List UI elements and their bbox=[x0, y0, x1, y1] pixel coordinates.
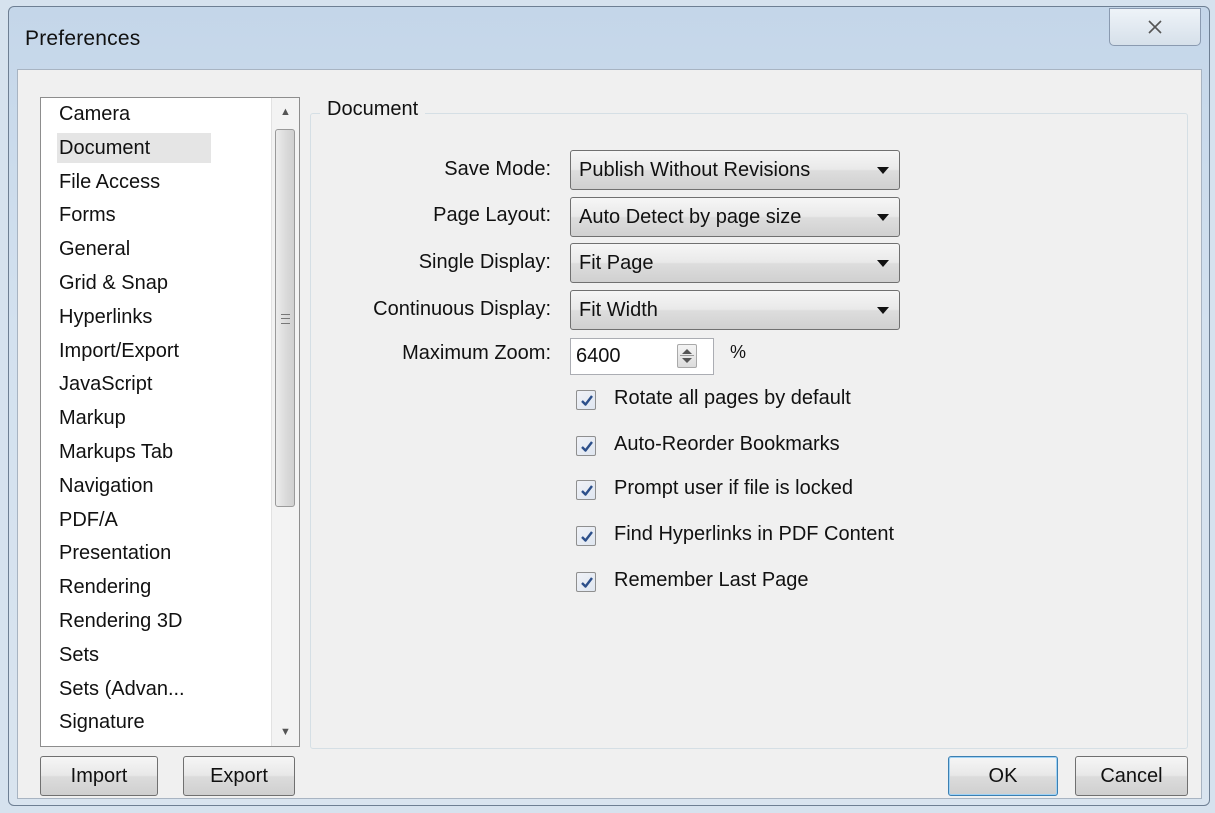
category-item-label: General bbox=[59, 238, 131, 261]
single-display-value: Fit Page bbox=[579, 252, 654, 274]
category-item-label: Signature bbox=[59, 711, 145, 734]
category-item-general[interactable]: General bbox=[41, 233, 273, 267]
save-mode-value: Publish Without Revisions bbox=[579, 159, 811, 181]
close-button[interactable] bbox=[1109, 8, 1201, 46]
category-item-sets[interactable]: Sets bbox=[41, 639, 273, 673]
zoom-unit-label: % bbox=[730, 342, 747, 362]
grip-icon bbox=[281, 314, 290, 324]
ok-button[interactable]: OK bbox=[948, 756, 1058, 796]
category-item-label: Markups Tab bbox=[59, 440, 174, 463]
rotate-pages-label: Rotate all pages by default bbox=[614, 387, 851, 409]
dialog-title: Preferences bbox=[25, 27, 141, 50]
import-button[interactable]: Import bbox=[40, 756, 158, 796]
category-item-label: Camera bbox=[59, 103, 131, 125]
prompt-locked-checkbox[interactable] bbox=[576, 480, 596, 500]
category-item-label: Sets (Advan... bbox=[59, 677, 185, 700]
category-item-markup[interactable]: Markup bbox=[41, 402, 273, 436]
category-item-navigation[interactable]: Navigation bbox=[41, 470, 273, 504]
category-item-document[interactable]: Document bbox=[41, 132, 273, 166]
document-group-title: Document bbox=[320, 98, 426, 121]
category-item-label: Hyperlinks bbox=[59, 305, 153, 328]
category-item-label: Forms bbox=[59, 204, 116, 227]
export-button[interactable]: Export bbox=[183, 756, 295, 796]
category-item-grid-snap[interactable]: Grid & Snap bbox=[41, 267, 273, 301]
spin-down-icon[interactable] bbox=[682, 358, 692, 363]
category-item-hyperlinks[interactable]: Hyperlinks bbox=[41, 301, 273, 335]
category-item-javascript[interactable]: JavaScript bbox=[41, 368, 273, 402]
save-mode-label: Save Mode: bbox=[444, 158, 551, 180]
category-item-label: File Access bbox=[59, 170, 161, 193]
category-item-label: Rendering bbox=[59, 576, 152, 599]
checkmark-icon bbox=[581, 577, 593, 588]
dropdown-arrow-icon bbox=[877, 214, 889, 221]
checkmark-icon bbox=[581, 485, 593, 496]
save-mode-dropdown[interactable]: Publish Without Revisions bbox=[570, 150, 900, 190]
preferences-dialog: Preferences Camera Document File Access … bbox=[8, 6, 1210, 806]
category-item-forms[interactable]: Forms bbox=[41, 199, 273, 233]
find-hyperlinks-label: Find Hyperlinks in PDF Content bbox=[614, 523, 895, 545]
category-item-rendering-3d[interactable]: Rendering 3D bbox=[41, 605, 273, 639]
category-item-file-access[interactable]: File Access bbox=[41, 166, 273, 200]
zoom-spinner[interactable] bbox=[677, 344, 697, 368]
remember-last-page-label: Remember Last Page bbox=[614, 569, 809, 591]
close-x-icon bbox=[1148, 20, 1162, 34]
category-item-markups-tab[interactable]: Markups Tab bbox=[41, 436, 273, 470]
cancel-button[interactable]: Cancel bbox=[1075, 756, 1188, 796]
continuous-display-dropdown[interactable]: Fit Width bbox=[570, 290, 900, 330]
category-item-label: JavaScript bbox=[59, 373, 153, 396]
dialog-body: Camera Document File Access Forms Genera… bbox=[17, 69, 1202, 799]
prompt-locked-label: Prompt user if file is locked bbox=[614, 477, 853, 499]
category-list[interactable]: Camera Document File Access Forms Genera… bbox=[40, 97, 300, 747]
category-item-label: Navigation bbox=[59, 474, 154, 497]
scroll-up-arrow-icon[interactable]: ▲ bbox=[272, 98, 299, 126]
category-item-presentation[interactable]: Presentation bbox=[41, 537, 273, 571]
continuous-display-value: Fit Width bbox=[579, 299, 658, 321]
maximum-zoom-value: 6400 bbox=[576, 345, 621, 367]
find-hyperlinks-checkbox[interactable] bbox=[576, 526, 596, 546]
category-item-label: Import/Export bbox=[59, 339, 180, 362]
remember-last-page-checkbox[interactable] bbox=[576, 572, 596, 592]
dropdown-arrow-icon bbox=[877, 260, 889, 267]
vertical-scrollbar[interactable]: ▲ ▼ bbox=[271, 98, 299, 746]
scroll-thumb[interactable] bbox=[275, 129, 295, 507]
dropdown-arrow-icon bbox=[877, 167, 889, 174]
category-item-label: Presentation bbox=[59, 542, 172, 565]
single-display-label: Single Display: bbox=[418, 251, 551, 273]
category-item-camera[interactable]: Camera bbox=[41, 98, 273, 132]
category-item-label: PDF/A bbox=[59, 508, 118, 531]
category-item-label: Markup bbox=[59, 407, 126, 430]
page-layout-label: Page Layout: bbox=[433, 204, 551, 226]
category-item-label: Sets bbox=[59, 643, 100, 666]
auto-reorder-bookmarks-label: Auto-Reorder Bookmarks bbox=[614, 433, 840, 455]
rotate-pages-checkbox[interactable] bbox=[576, 390, 596, 410]
checkmark-icon bbox=[581, 441, 593, 452]
category-item-pdf-a[interactable]: PDF/A bbox=[41, 504, 273, 538]
spin-up-icon[interactable] bbox=[682, 349, 692, 354]
category-item-rendering[interactable]: Rendering bbox=[41, 571, 273, 605]
spinner-divider bbox=[680, 355, 694, 356]
checkmark-icon bbox=[581, 531, 593, 542]
category-item-sets-advanced[interactable]: Sets (Advan... bbox=[41, 673, 273, 707]
category-item-signature[interactable]: Signature bbox=[41, 706, 273, 740]
category-item-label: Rendering 3D bbox=[59, 609, 183, 632]
category-item-import-export[interactable]: Import/Export bbox=[41, 335, 273, 369]
page-layout-value: Auto Detect by page size bbox=[579, 206, 802, 228]
category-items: Camera Document File Access Forms Genera… bbox=[41, 98, 273, 740]
title-bar[interactable]: Preferences bbox=[9, 7, 1209, 69]
category-item-label: Grid & Snap bbox=[59, 271, 168, 294]
auto-reorder-bookmarks-checkbox[interactable] bbox=[576, 436, 596, 456]
maximum-zoom-input[interactable]: 6400 bbox=[570, 338, 714, 375]
category-item-label: Document bbox=[57, 132, 211, 163]
page-layout-dropdown[interactable]: Auto Detect by page size bbox=[570, 197, 900, 237]
single-display-dropdown[interactable]: Fit Page bbox=[570, 243, 900, 283]
dropdown-arrow-icon bbox=[877, 307, 889, 314]
maximum-zoom-label: Maximum Zoom: bbox=[402, 342, 551, 364]
scroll-down-arrow-icon[interactable]: ▼ bbox=[272, 718, 299, 746]
checkmark-icon bbox=[581, 395, 593, 406]
continuous-display-label: Continuous Display: bbox=[373, 298, 551, 320]
